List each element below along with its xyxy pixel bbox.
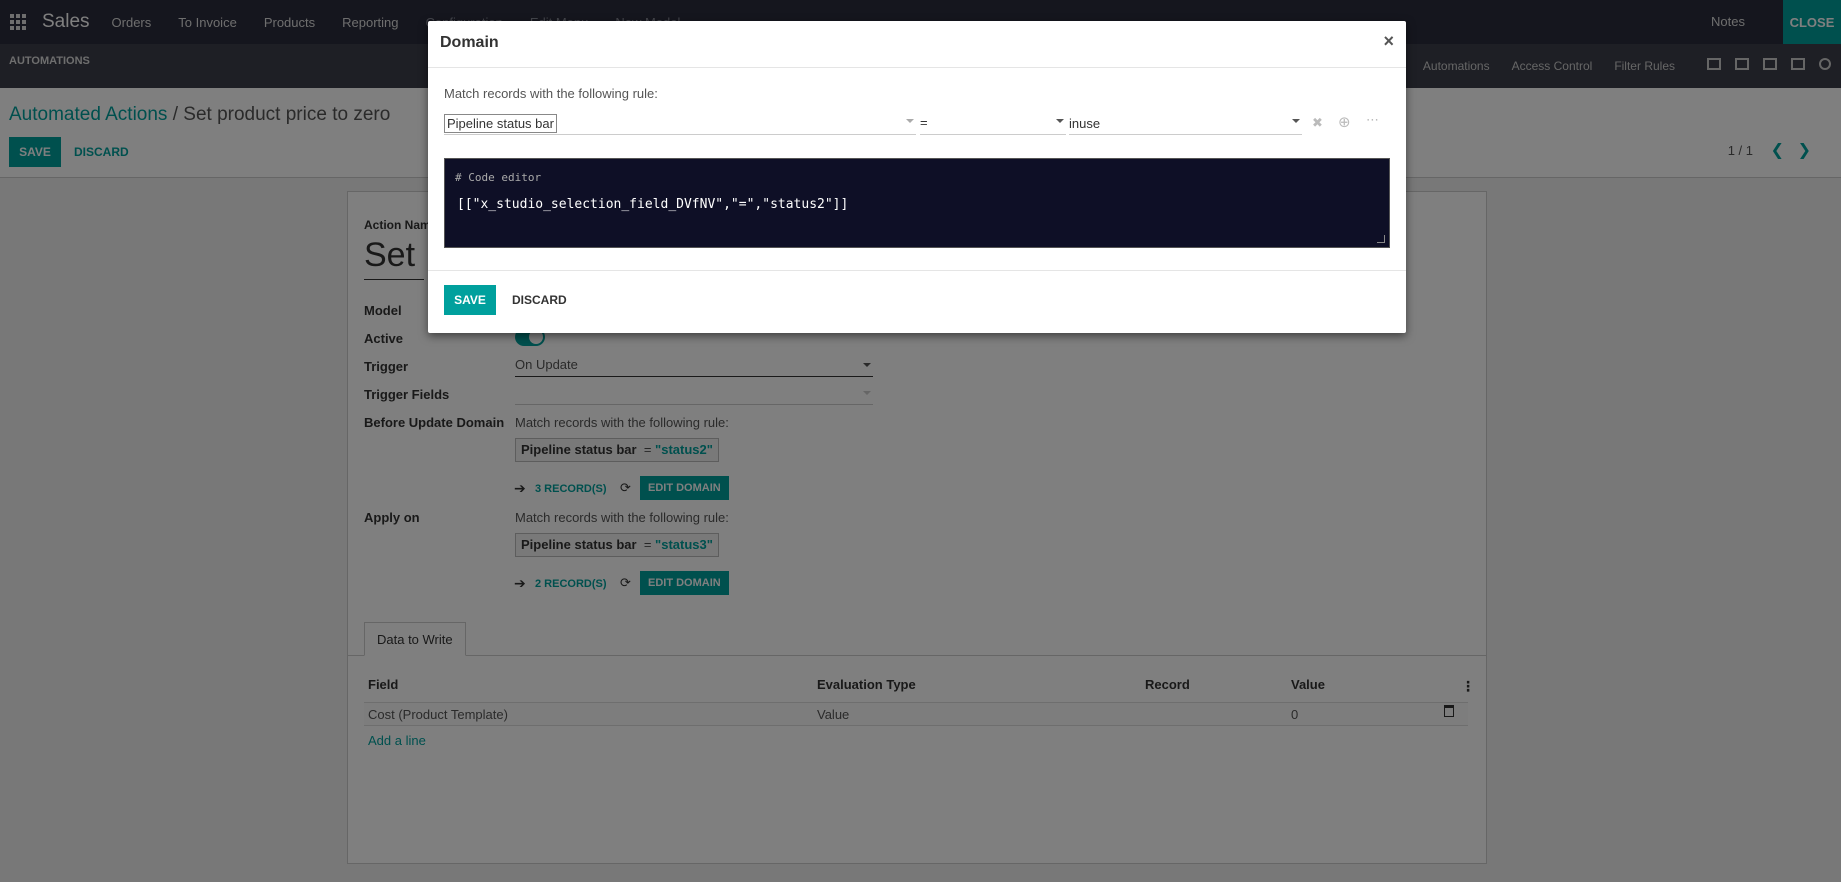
domain-field-value: Pipeline status bar (444, 114, 557, 133)
chevron-down-icon (1056, 119, 1064, 123)
domain-field-select[interactable]: Pipeline status bar (444, 113, 916, 135)
chevron-down-icon (1292, 119, 1300, 123)
add-rule-icon[interactable]: ⊕ (1338, 113, 1351, 131)
domain-operator-value: = (920, 115, 928, 130)
dialog-footer: SAVE DISCARD (428, 270, 1406, 333)
domain-dialog: Domain × Match records with the followin… (428, 21, 1406, 333)
dialog-save-button[interactable]: SAVE (444, 285, 496, 315)
chevron-down-icon (906, 119, 914, 123)
dialog-discard-button[interactable]: DISCARD (512, 293, 567, 307)
resize-handle-icon[interactable] (1377, 235, 1385, 243)
close-icon[interactable]: × (1383, 31, 1394, 52)
dialog-header: Domain × (428, 21, 1406, 68)
domain-operator-select[interactable]: = (920, 113, 1066, 135)
add-branch-icon[interactable]: ⋯ (1366, 112, 1379, 128)
dialog-title: Domain (440, 34, 499, 51)
domain-value-select[interactable]: inuse (1069, 113, 1302, 135)
dialog-rule-text: Match records with the following rule: (444, 86, 658, 101)
domain-value-value: inuse (1069, 116, 1101, 131)
code-editor[interactable]: # Code editor [["x_studio_selection_fiel… (444, 158, 1390, 248)
code-editor-text[interactable]: [["x_studio_selection_field_DVfNV","=","… (457, 197, 848, 212)
code-editor-comment: # Code editor (455, 171, 542, 184)
delete-rule-icon[interactable]: ✖ (1312, 115, 1323, 131)
